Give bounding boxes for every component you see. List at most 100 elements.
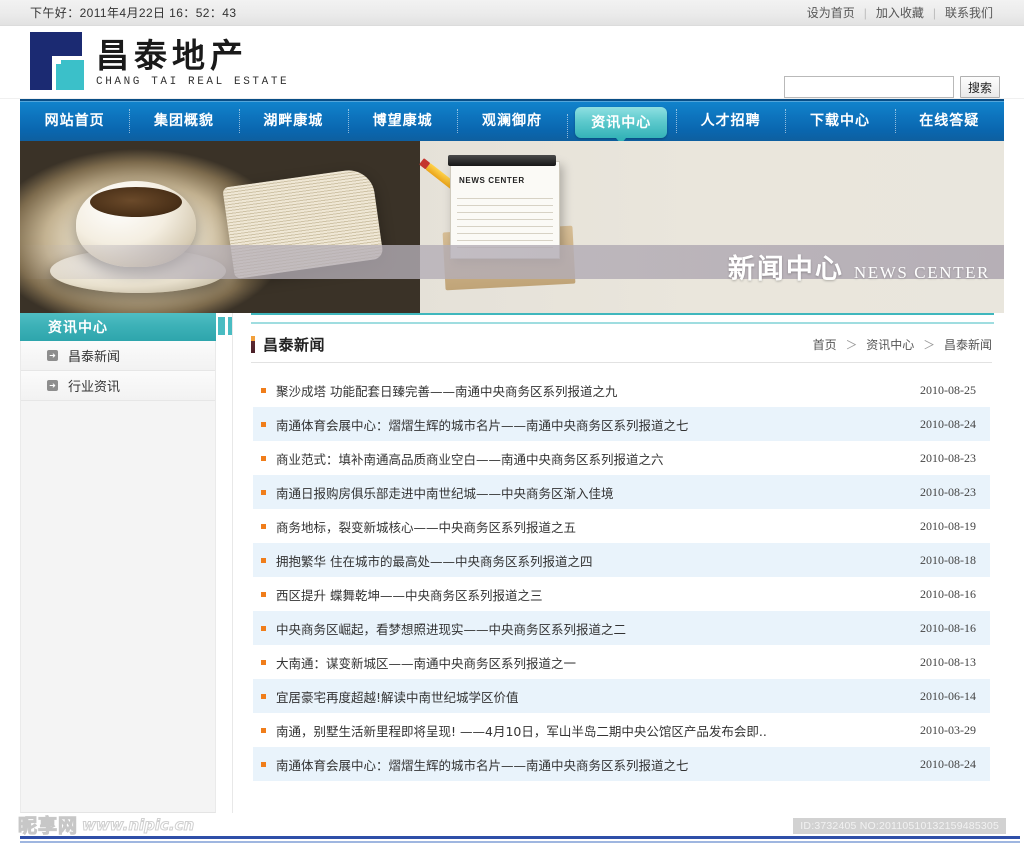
logo-mark-icon [30, 32, 84, 90]
site-logo[interactable]: 昌泰地产 CHANG TAI REAL ESTATE [30, 32, 289, 90]
nav-item-hupan-kangcheng[interactable]: 湖畔康城 [238, 101, 348, 141]
news-list-item[interactable]: 西区提升 蝶舞乾坤——中央商务区系列报道之三 2010-08-16 [253, 577, 990, 611]
sidebar-item-label: 昌泰新闻 [68, 350, 121, 365]
bullet-icon [261, 693, 266, 699]
page-banner: NEWS CENTER 新闻中心 NEWS CENTER [20, 141, 1004, 313]
banner-photo-coffee-newspaper [20, 141, 420, 313]
nav-item-online-qa[interactable]: 在线答疑 [894, 101, 1004, 141]
watermark-text-cn: 昵享网 [17, 815, 79, 838]
watermark-text-en: www.nipic.cn [82, 815, 195, 834]
news-item-date: 2010-08-16 [920, 620, 976, 635]
news-item-title: 南通日报购房俱乐部走进中南世纪城——中央商务区渐入佳境 [276, 485, 614, 501]
search-input[interactable] [784, 76, 954, 98]
add-favorite-link[interactable]: 加入收藏 [867, 4, 933, 21]
nav-item-bowang-kangcheng[interactable]: 博望康城 [347, 101, 457, 141]
banner-title-group: 新闻中心 NEWS CENTER [728, 247, 990, 286]
bullet-icon [261, 387, 266, 393]
news-item-date: 2010-08-24 [920, 416, 976, 431]
bullet-icon [261, 421, 266, 427]
page-title-text: 昌泰新闻 [263, 335, 326, 354]
page-footer: 昵享网 www.nipic.cn ID:3732405 NO:201105101… [0, 806, 1024, 848]
arrow-right-icon: ➜ [47, 380, 58, 391]
sidebar-item-industry-news[interactable]: ➜ 行业资讯 [21, 371, 215, 401]
notepad-clip-icon [448, 155, 556, 166]
main-panel: 昌泰新闻 首页 ＞ 资讯中心 ＞ 昌泰新闻 聚沙成塔 功能配套日臻完善——南通中… [232, 313, 1004, 813]
sidebar-item-changtai-news[interactable]: ➜ 昌泰新闻 [21, 341, 215, 371]
news-list-item[interactable]: 商业范式：填补南通高品质商业空白——南通中央商务区系列报道之六 2010-08-… [253, 441, 990, 475]
news-item-title: 拥抱繁华 住在城市的最高处——中央商务区系列报道之四 [276, 553, 593, 569]
banner-title-en: NEWS CENTER [853, 263, 990, 282]
search-button[interactable]: 搜索 [960, 76, 1000, 98]
breadcrumb: 首页 ＞ 资讯中心 ＞ 昌泰新闻 [813, 336, 992, 353]
news-list-item[interactable]: 南通，别墅生活新里程即将呈现! ——4月10日，军山半岛二期中央公馆区产品发布会… [253, 713, 990, 747]
breadcrumb-news-center[interactable]: 资讯中心 [866, 338, 914, 352]
nav-item-recruitment[interactable]: 人才招聘 [675, 101, 785, 141]
nav-item-group-overview[interactable]: 集团概貌 [129, 101, 238, 141]
greeting-datetime: 下午好：2011年4月22日 16：52：43 [30, 6, 237, 20]
news-list-item[interactable]: 南通体育会展中心：熠熠生辉的城市名片——南通中央商务区系列报道之七 2010-0… [253, 407, 990, 441]
bullet-icon [261, 557, 266, 563]
breadcrumb-home[interactable]: 首页 [813, 338, 837, 352]
news-item-title: 商业范式：填补南通高品质商业空白——南通中央商务区系列报道之六 [276, 451, 664, 467]
news-list-item[interactable]: 拥抱繁华 住在城市的最高处——中央商务区系列报道之四 2010-08-18 [253, 543, 990, 577]
bullet-icon [261, 659, 266, 665]
search-area: 搜索 [784, 76, 1000, 98]
main-header: 昌泰新闻 首页 ＞ 资讯中心 ＞ 昌泰新闻 [233, 324, 1004, 356]
logo-text: 昌泰地产 CHANG TAI REAL ESTATE [96, 39, 289, 90]
breadcrumb-current[interactable]: 昌泰新闻 [944, 338, 992, 352]
news-list-item[interactable]: 南通日报购房俱乐部走进中南世纪城——中央商务区渐入佳境 2010-08-23 [253, 475, 990, 509]
news-item-date: 2010-08-25 [920, 382, 976, 397]
sidebar-header: 资讯中心 [20, 313, 216, 341]
sidebar-menu: ➜ 昌泰新闻 ➜ 行业资讯 [20, 341, 216, 813]
contact-us-link[interactable]: 联系我们 [936, 4, 1002, 21]
news-item-title: 南通体育会展中心：熠熠生辉的城市名片——南通中央商务区系列报道之七 [276, 417, 689, 433]
sidebar-heading: 资讯中心 [48, 320, 108, 336]
news-item-date: 2010-08-24 [920, 756, 976, 771]
news-list-item[interactable]: 宜居豪宅再度超越!解读中南世纪城学区价值 2010-06-14 [253, 679, 990, 713]
news-list-item[interactable]: 大南通：谋变新城区——南通中央商务区系列报道之一 2010-08-13 [253, 645, 990, 679]
footer-rule-primary [20, 836, 1020, 839]
news-list-item[interactable]: 商务地标，裂变新城核心——中央商务区系列报道之五 2010-08-19 [253, 509, 990, 543]
site-header: 昌泰地产 CHANG TAI REAL ESTATE 搜索 [0, 26, 1024, 99]
bullet-icon [261, 591, 266, 597]
main-navigation: 网站首页 集团概貌 湖畔康城 博望康城 观澜御府 资讯中心 人才招聘 下载中心 … [20, 99, 1004, 144]
sidebar: 资讯中心 ➜ 昌泰新闻 ➜ 行业资讯 [20, 313, 253, 813]
news-list: 聚沙成塔 功能配套日臻完善——南通中央商务区系列报道之九 2010-08-25 … [253, 373, 990, 781]
content-area: 资讯中心 ➜ 昌泰新闻 ➜ 行业资讯 昌泰新闻 首页 ＞ 资讯中心 ＞ 昌泰新闻… [20, 313, 1004, 813]
breadcrumb-separator-1: ＞ [845, 337, 858, 352]
bullet-icon [261, 523, 266, 529]
bullet-icon [261, 761, 266, 767]
footer-rule-secondary [20, 841, 1020, 843]
news-item-title: 中央商务区崛起，看梦想照进现实——中央商务区系列报道之二 [276, 621, 627, 637]
nav-active-pill: 资讯中心 [575, 106, 668, 144]
news-item-title: 西区提升 蝶舞乾坤——中央商务区系列报道之三 [276, 587, 543, 603]
news-item-date: 2010-08-18 [920, 552, 976, 567]
logo-title-cn: 昌泰地产 [96, 36, 248, 76]
news-item-title: 大南通：谋变新城区——南通中央商务区系列报道之一 [276, 655, 577, 671]
page-title: 昌泰新闻 [251, 334, 325, 355]
set-homepage-link[interactable]: 设为首页 [798, 4, 864, 21]
nav-item-news-center[interactable]: 资讯中心 [566, 106, 676, 144]
banner-title-cn: 新闻中心 [727, 254, 844, 285]
top-utility-bar: 下午好：2011年4月22日 16：52：43 设为首页 | 加入收藏 | 联系… [0, 0, 1024, 26]
image-id-tag: ID:3732405 NO:20110510132159485305 [793, 818, 1006, 834]
bullet-icon [261, 489, 266, 495]
nav-item-home[interactable]: 网站首页 [20, 101, 129, 141]
nav-item-guanlan-yufu[interactable]: 观澜御府 [457, 101, 566, 141]
news-list-item[interactable]: 中央商务区崛起，看梦想照进现实——中央商务区系列报道之二 2010-08-16 [253, 611, 990, 645]
utility-links: 设为首页 | 加入收藏 | 联系我们 [798, 4, 1002, 21]
main-top-accent-line [251, 313, 994, 324]
nav-item-download-center[interactable]: 下载中心 [785, 101, 894, 141]
bullet-icon [261, 455, 266, 461]
page-root: 下午好：2011年4月22日 16：52：43 设为首页 | 加入收藏 | 联系… [0, 0, 1024, 848]
news-list-item[interactable]: 南通体育会展中心：熠熠生辉的城市名片——南通中央商务区系列报道之七 2010-0… [253, 747, 990, 781]
notepad-lines [457, 192, 553, 252]
news-item-title: 商务地标，裂变新城核心——中央商务区系列报道之五 [276, 519, 577, 535]
notepad-title: NEWS CENTER [459, 176, 525, 185]
news-item-date: 2010-08-19 [920, 518, 976, 533]
site-watermark: 昵享网 www.nipic.cn [17, 811, 195, 838]
news-list-item[interactable]: 聚沙成塔 功能配套日臻完善——南通中央商务区系列报道之九 2010-08-25 [253, 373, 990, 407]
logo-title-en: CHANG TAI REAL ESTATE [96, 76, 290, 88]
breadcrumb-separator-2: ＞ [923, 337, 936, 352]
news-item-date: 2010-08-23 [920, 450, 976, 465]
